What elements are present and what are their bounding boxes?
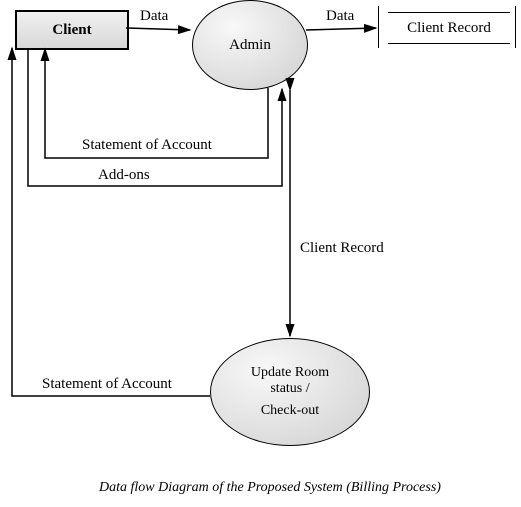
admin-process: Admin bbox=[192, 0, 308, 90]
update-line1: Update Room bbox=[251, 365, 329, 381]
client-entity: Client bbox=[15, 10, 129, 50]
label-statement1: Statement of Account bbox=[82, 137, 212, 154]
update-line2: status / bbox=[270, 381, 309, 397]
client-record-store: Client Record bbox=[388, 12, 510, 44]
update-line3: Check-out bbox=[261, 403, 319, 419]
label-admin-record: Data bbox=[326, 8, 354, 25]
update-checkout-process: Update Room status / Check-out bbox=[210, 338, 370, 446]
label-client-admin: Data bbox=[140, 8, 168, 25]
label-statement2: Statement of Account bbox=[42, 376, 172, 393]
label-addons: Add-ons bbox=[98, 167, 150, 184]
diagram-caption: Data flow Diagram of the Proposed System… bbox=[70, 480, 470, 496]
label-client-record-flow: Client Record bbox=[300, 240, 384, 257]
